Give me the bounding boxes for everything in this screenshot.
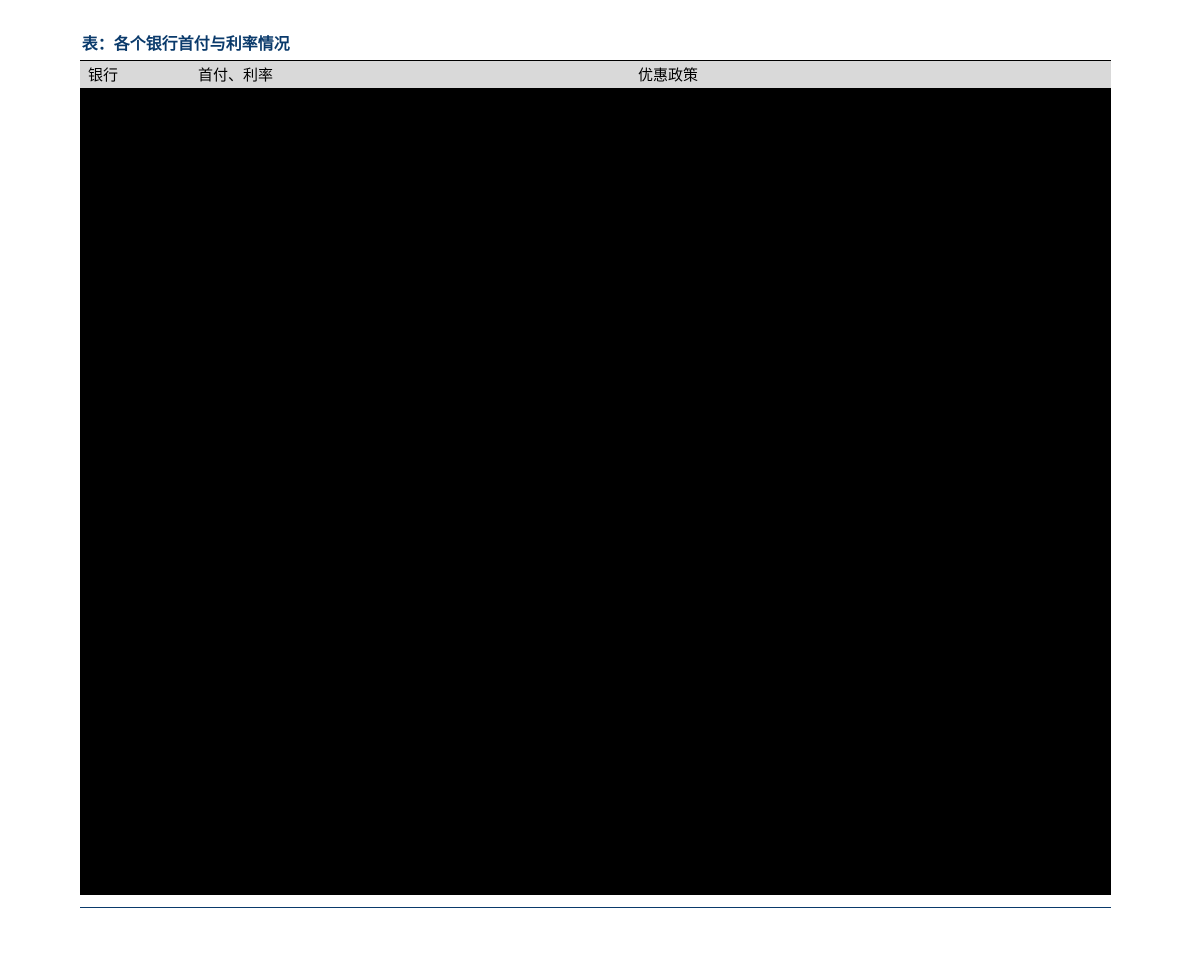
page-footer-rule <box>80 907 1111 908</box>
bank-rate-table: 银行 首付、利率 优惠政策 <box>80 60 1111 89</box>
col-header-rate: 首付、利率 <box>190 61 630 89</box>
page-container: 表：各个银行首付与利率情况 银行 首付、利率 优惠政策 <box>0 0 1191 966</box>
table-wrapper: 银行 首付、利率 优惠政策 <box>80 60 1111 89</box>
col-header-bank: 银行 <box>80 61 190 89</box>
table-header-row: 银行 首付、利率 优惠政策 <box>80 61 1111 89</box>
col-header-policy: 优惠政策 <box>630 61 1111 89</box>
table-body-area <box>80 89 1111 895</box>
table-title: 表：各个银行首付与利率情况 <box>80 30 1111 54</box>
